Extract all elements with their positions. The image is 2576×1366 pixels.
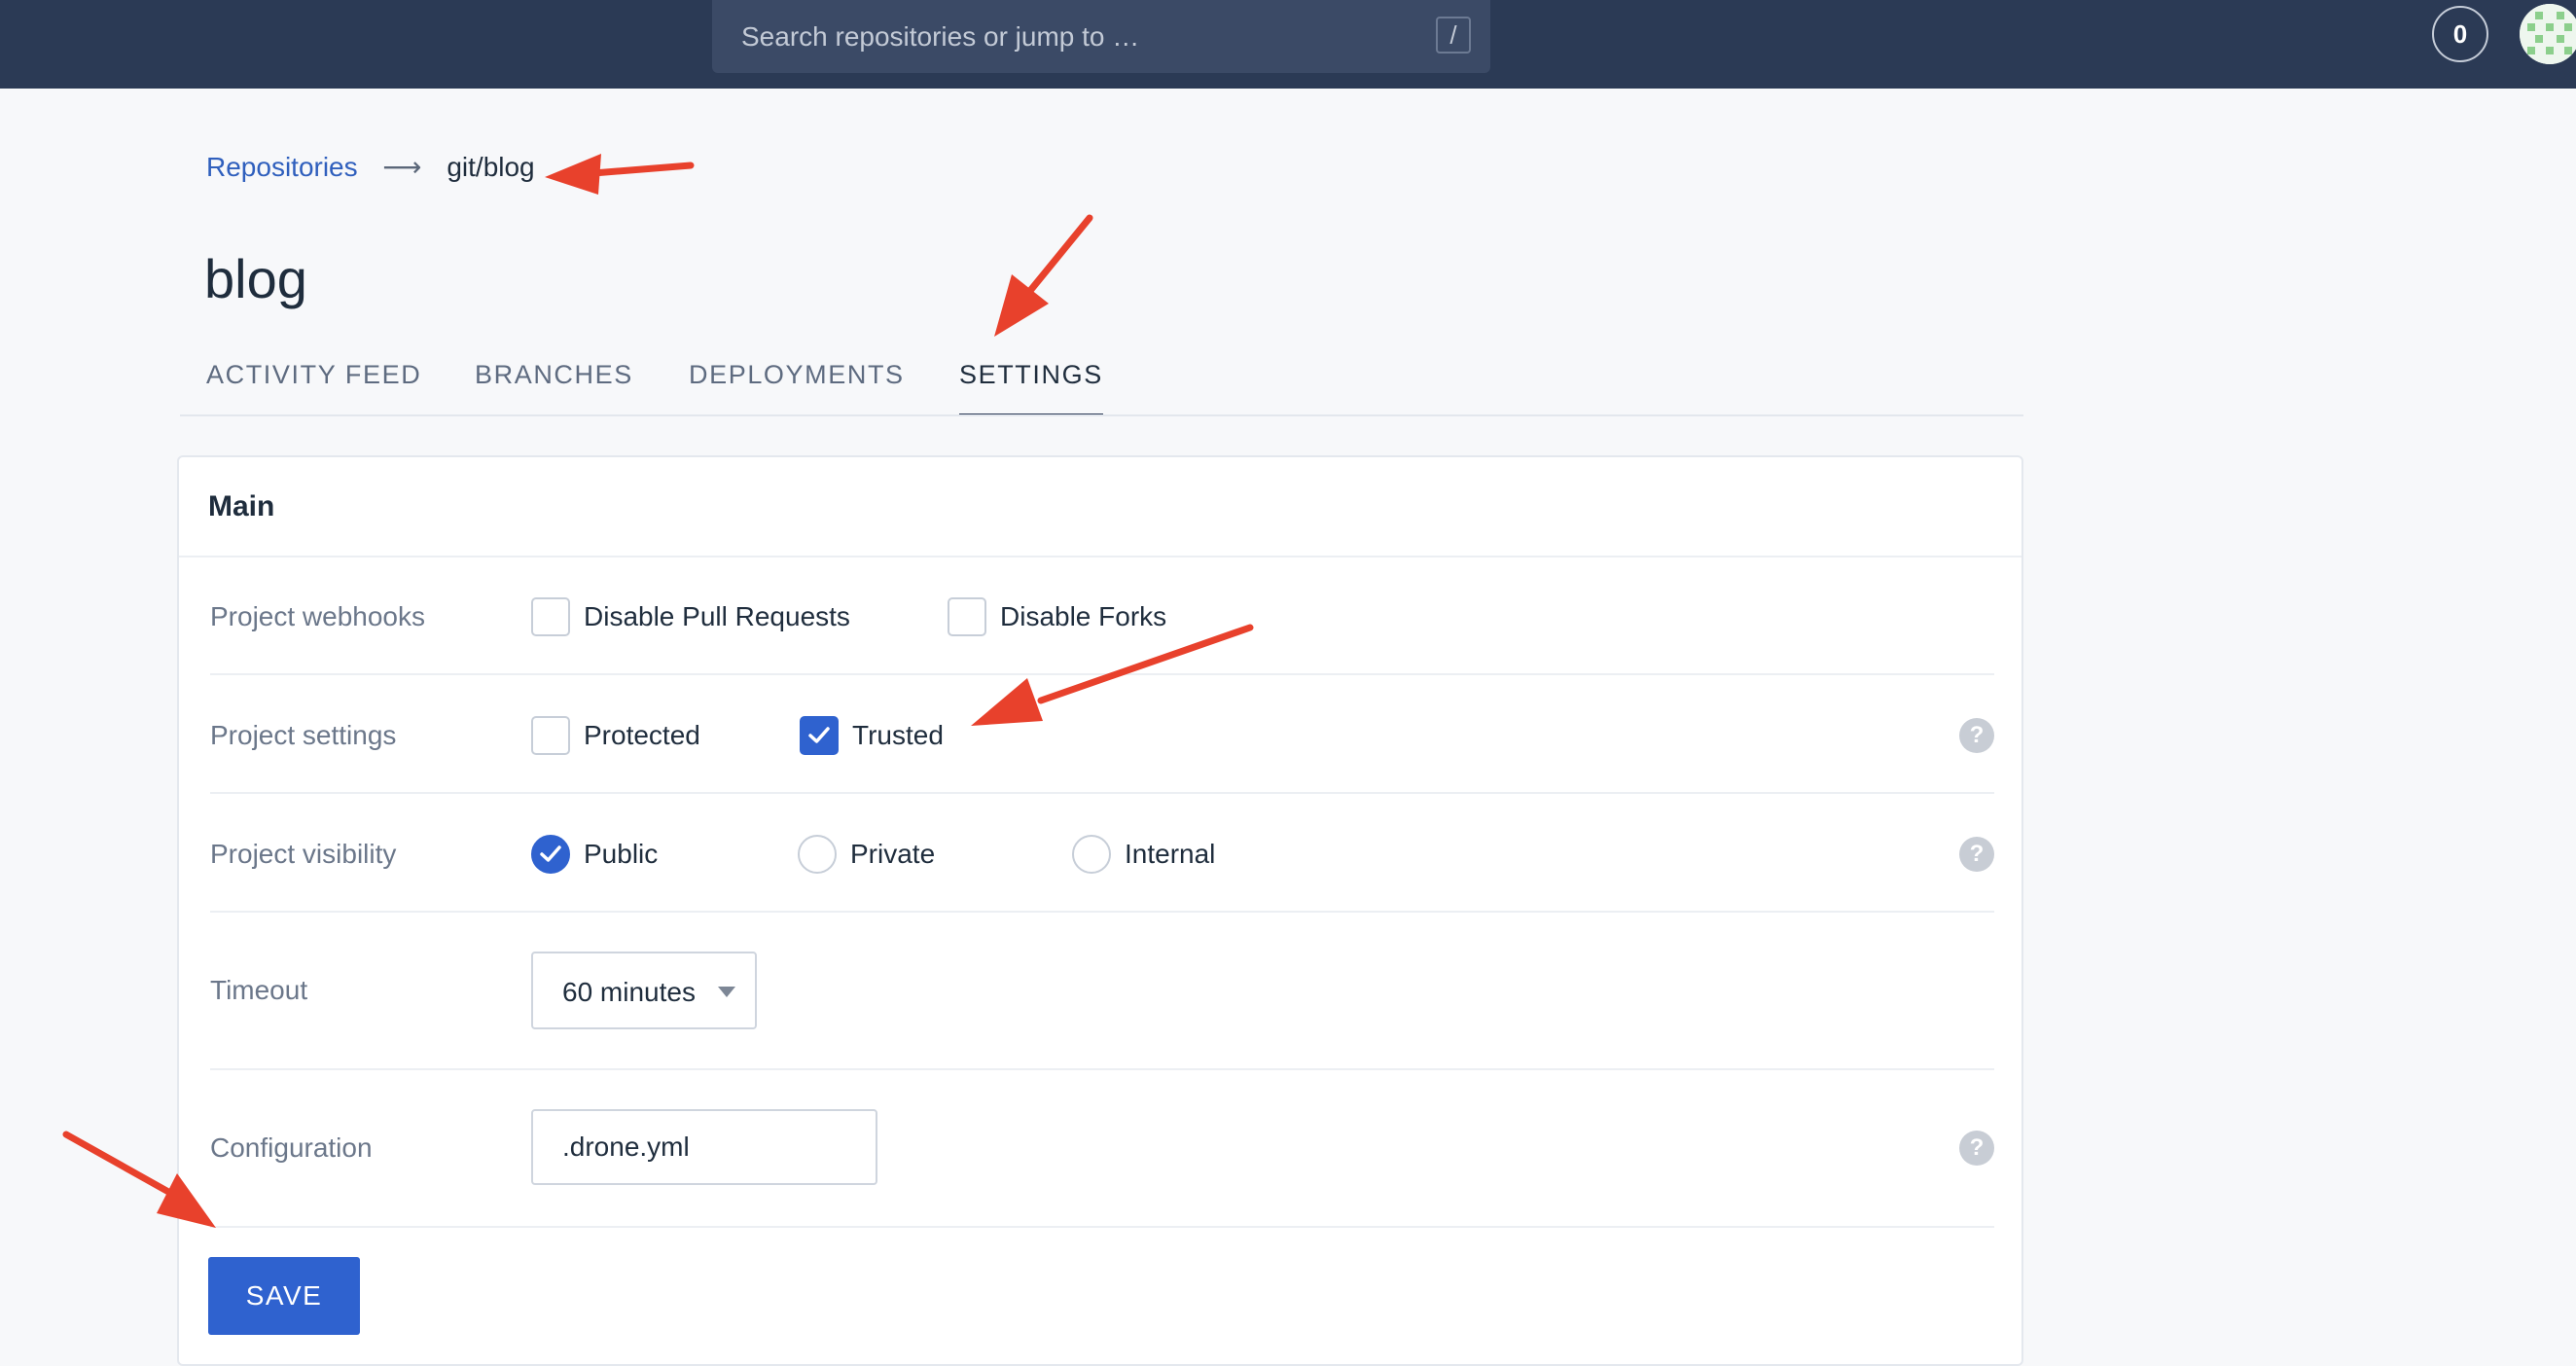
public-label: Public	[584, 839, 659, 869]
card-header-divider	[179, 556, 2021, 557]
disable-forks-label: Disable Forks	[1000, 601, 1167, 631]
page-title: blog	[204, 248, 307, 309]
configuration-label: Configuration	[210, 1132, 373, 1163]
check-icon	[540, 845, 561, 862]
repository-tabs: ACTIVITY FEED BRANCHES DEPLOYMENTS SETTI…	[206, 355, 2023, 416]
settings-tab-arrow	[994, 214, 1093, 337]
disable-pull-requests-label: Disable Pull Requests	[584, 601, 850, 631]
tabs-divider	[180, 414, 2023, 416]
row-divider	[210, 1068, 1994, 1070]
row-divider	[210, 792, 1994, 794]
breadcrumb: Repositories ⟶ git/blog	[206, 148, 535, 187]
private-radio[interactable]: Private	[798, 835, 953, 874]
project-webhooks-label: Project webhooks	[210, 601, 426, 631]
breadcrumb-arrow-icon: ⟶	[382, 152, 422, 182]
tab-activity-feed[interactable]: ACTIVITY FEED	[206, 355, 421, 415]
protected-label: Protected	[584, 720, 700, 750]
tab-branches[interactable]: BRANCHES	[475, 355, 633, 415]
tab-settings[interactable]: SETTINGS	[959, 355, 1103, 416]
top-navigation-bar: / 0	[0, 0, 2576, 89]
breadcrumb-current: git/blog	[447, 152, 535, 182]
checkbox-box-checked[interactable]	[800, 716, 839, 755]
breadcrumb-repositories-link[interactable]: Repositories	[206, 152, 358, 182]
trusted-checkbox[interactable]: Trusted	[800, 716, 994, 755]
project-settings-label: Project settings	[210, 720, 397, 750]
protected-checkbox[interactable]: Protected	[531, 716, 726, 755]
row-divider	[210, 673, 1994, 675]
disable-forks-checkbox[interactable]: Disable Forks	[948, 597, 1200, 636]
notification-counter[interactable]: 0	[2432, 6, 2488, 62]
avatar[interactable]	[2520, 4, 2576, 64]
slash-key-icon: /	[1436, 17, 1471, 54]
timeout-select[interactable]: 60 minutes	[531, 952, 757, 1029]
project-visibility-label: Project visibility	[210, 839, 397, 869]
checkbox-box[interactable]	[948, 597, 986, 636]
internal-radio[interactable]: Internal	[1072, 835, 1237, 874]
tab-deployments[interactable]: DEPLOYMENTS	[689, 355, 905, 415]
avatar-identicon	[2520, 4, 2576, 64]
help-icon[interactable]: ?	[1959, 837, 1994, 872]
help-icon[interactable]: ?	[1959, 1131, 1994, 1166]
row-divider	[210, 1226, 1994, 1228]
search-box[interactable]: /	[712, 0, 1490, 73]
settings-card: Main Project webhooks Disable Pull Reque…	[177, 455, 2023, 1366]
internal-label: Internal	[1125, 839, 1216, 869]
trusted-label: Trusted	[852, 720, 944, 750]
breadcrumb-arrow	[545, 154, 695, 195]
card-title: Main	[208, 490, 275, 522]
checkbox-box[interactable]	[531, 716, 570, 755]
check-icon	[808, 727, 830, 743]
radio-button[interactable]	[1072, 835, 1111, 874]
help-icon[interactable]: ?	[1959, 718, 1994, 753]
disable-pull-requests-checkbox[interactable]: Disable Pull Requests	[531, 597, 862, 636]
row-divider	[210, 911, 1994, 913]
private-label: Private	[850, 839, 936, 869]
checkbox-box[interactable]	[531, 597, 570, 636]
radio-button-selected[interactable]	[531, 835, 570, 874]
chevron-down-icon	[718, 987, 735, 997]
save-button[interactable]: SAVE	[208, 1257, 360, 1335]
timeout-value: 60 minutes	[562, 977, 696, 1007]
radio-button[interactable]	[798, 835, 837, 874]
public-radio[interactable]: Public	[531, 835, 687, 874]
timeout-label: Timeout	[210, 975, 308, 1005]
search-input[interactable]	[741, 0, 1403, 73]
configuration-input[interactable]	[531, 1109, 877, 1185]
